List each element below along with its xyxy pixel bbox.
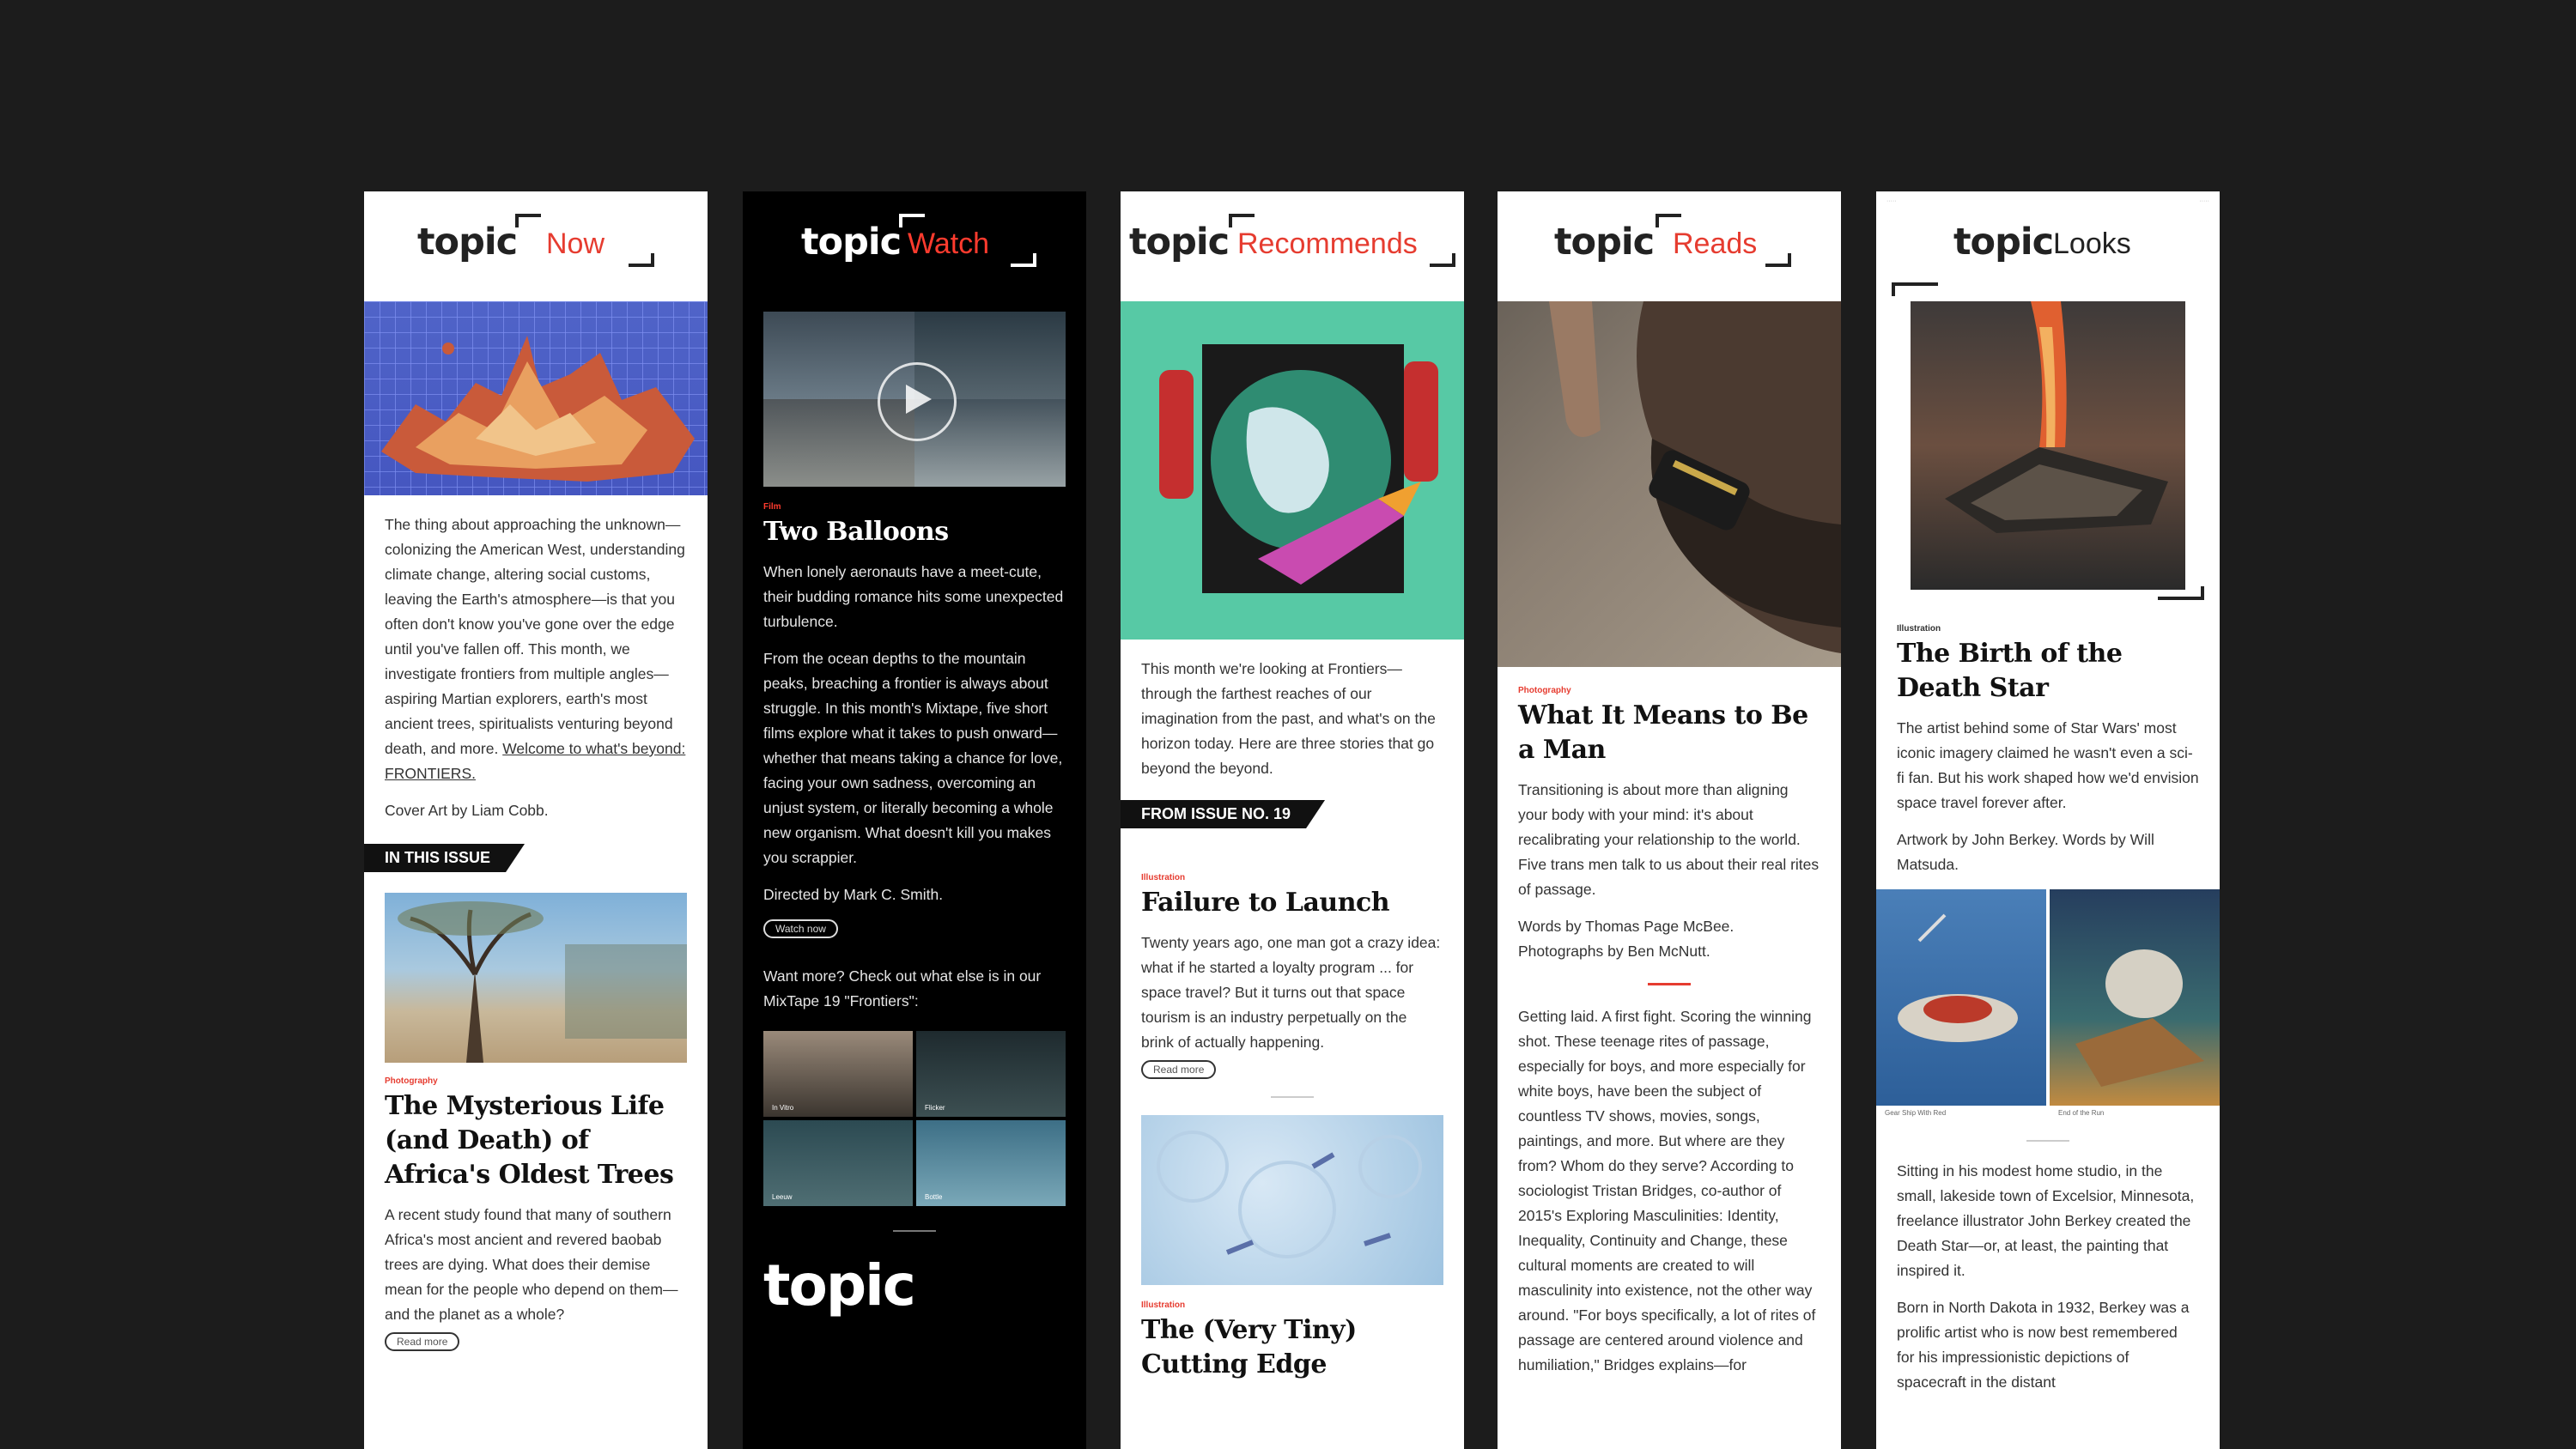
credits-paragraph: Words by Thomas Page McBee. Photographs …: [1518, 918, 1735, 960]
more-text: Want more? Check out what else is in our…: [763, 967, 1042, 1009]
artwork-gallery: [1876, 889, 2220, 1109]
bracket-decoration: [629, 253, 654, 267]
article-title[interactable]: Failure to Launch: [1141, 886, 1443, 920]
article-summary: Twenty years ago, one man got a crazy id…: [1141, 934, 1441, 1051]
newsletter-watch: topic Watch Film Two Balloons When lonel…: [743, 191, 1086, 1449]
newsletter-now: topic Now The thing about approaching th…: [364, 191, 708, 1449]
thumbnail-caption: In Vitro: [772, 1104, 794, 1112]
article-title[interactable]: What It Means to Be a Man: [1518, 699, 1820, 767]
film-description: When lonely aeronauts have a meet-cute, …: [743, 560, 1086, 907]
article-title[interactable]: The Mysterious Life (and Death) of Afric…: [385, 1089, 687, 1192]
thumbnail-film[interactable]: Flicker: [916, 1031, 1066, 1117]
bracket-decoration: [1011, 253, 1036, 267]
illustration-image[interactable]: [1121, 301, 1464, 640]
newsletter-recommends: topic Recommends This month we're lookin…: [1121, 191, 1464, 1449]
category-label: Illustration: [1141, 873, 1186, 882]
film-title[interactable]: Two Balloons: [763, 515, 1066, 549]
article-title[interactable]: The (Very Tiny) Cutting Edge: [1141, 1313, 1443, 1382]
header-fine-print: ·····: [1886, 198, 1897, 204]
category-label: Illustration: [1141, 1300, 1186, 1310]
section-title: Looks: [2053, 227, 2131, 260]
topic-logo[interactable]: topic: [801, 221, 902, 264]
category-label: Photography: [1518, 686, 1571, 695]
thumbnail-film[interactable]: In Vitro: [763, 1031, 913, 1117]
portrait-photo[interactable]: [1498, 301, 1841, 667]
topic-logo[interactable]: topic: [417, 221, 518, 264]
category-label: Photography: [385, 1076, 438, 1086]
header: topic Recommends: [1121, 191, 1464, 301]
article-body: Getting laid. A first fight. Scoring the…: [1518, 1008, 1816, 1373]
bracket-decoration: [1892, 282, 1938, 296]
category-label: Film: [763, 502, 781, 512]
thumbnail-caption: Flicker: [925, 1104, 945, 1112]
play-icon[interactable]: [906, 385, 932, 414]
summary-paragraph: Transitioning is about more than alignin…: [1518, 781, 1820, 898]
bracket-decoration: [1765, 253, 1791, 267]
summary-paragraph: The artist behind some of Star Wars' mos…: [1897, 719, 2199, 811]
newsletter-looks: ····· ····· topic Looks Illustration The…: [1876, 191, 2220, 1449]
body-paragraph: Sitting in his modest home studio, in th…: [1897, 1162, 2195, 1279]
topic-logo[interactable]: topic: [1129, 221, 1230, 264]
article-title[interactable]: The Birth of the Death Star: [1897, 637, 2199, 706]
watch-now-button[interactable]: Watch now: [763, 919, 838, 938]
topic-logo[interactable]: topic: [1953, 221, 2054, 264]
credits-paragraph: Artwork by John Berkey. Words by Will Ma…: [1897, 831, 2154, 873]
topic-logo[interactable]: topic: [1554, 221, 1655, 264]
divider: [893, 1230, 936, 1232]
thumbnail-film[interactable]: Leeuw: [763, 1120, 913, 1206]
thumbnail-caption: Leeuw: [772, 1193, 793, 1201]
divider: [1271, 1096, 1314, 1098]
artwork-gear-ship[interactable]: [1876, 889, 2046, 1106]
director-credit: Directed by Mark C. Smith.: [763, 886, 944, 903]
bracket-decoration: [1656, 214, 1681, 227]
film-logline: When lonely aeronauts have a meet-cute, …: [763, 563, 1064, 630]
header: topic Reads: [1498, 191, 1841, 301]
article-body: Sitting in his modest home studio, in th…: [1876, 1159, 2220, 1395]
bracket-decoration: [2158, 586, 2204, 600]
body-paragraph: Born in North Dakota in 1932, Berkey was…: [1897, 1299, 2190, 1391]
section-title: Watch: [908, 227, 990, 260]
divider: [2026, 1140, 2069, 1142]
intro-text: This month we're looking at Frontiers—th…: [1141, 660, 1436, 777]
baobab-photo[interactable]: [385, 893, 687, 1063]
newsletter-reads: topic Reads Photography What It Means to…: [1498, 191, 1841, 1449]
read-more-button[interactable]: Read more: [1141, 1060, 1217, 1079]
mixtape-thumbnails: In Vitro Flicker Leeuw Bottle: [763, 1031, 1066, 1206]
cover-credit: Cover Art by Liam Cobb.: [385, 802, 549, 819]
bracket-decoration: [899, 214, 925, 227]
category-label: Illustration: [1897, 624, 1941, 634]
from-issue-banner: FROM ISSUE NO. 19: [1121, 800, 1325, 828]
bracket-decoration: [515, 214, 541, 227]
intro-text: The thing about approaching the unknown—…: [364, 495, 708, 823]
read-more-button[interactable]: Read more: [385, 1332, 460, 1351]
gallery-captions: Gear Ship With Red End of the Run: [1876, 1109, 2220, 1123]
artwork-end-of-run[interactable]: [2050, 889, 2220, 1106]
section-title: Recommends: [1237, 227, 1418, 260]
death-star-painting[interactable]: [1911, 301, 2185, 590]
bracket-decoration: [1229, 214, 1255, 227]
artwork-caption: End of the Run: [2058, 1109, 2105, 1117]
red-divider: [1648, 983, 1691, 985]
bracket-decoration: [1430, 253, 1455, 267]
header: topic Watch: [743, 191, 1086, 301]
mixtape-paragraph: From the ocean depths to the mountain pe…: [763, 650, 1063, 866]
thumbnail-film[interactable]: Bottle: [916, 1120, 1066, 1206]
article-summary: Transitioning is about more than alignin…: [1498, 778, 1841, 964]
header: topic Now: [364, 191, 708, 301]
video-player[interactable]: [763, 312, 1066, 487]
section-title: Reads: [1673, 227, 1758, 260]
footer-logo[interactable]: topic: [763, 1252, 1066, 1319]
article-summary: A recent study found that many of southe…: [385, 1206, 678, 1323]
in-this-issue-banner: IN THIS ISSUE: [364, 844, 525, 872]
microscopic-illustration[interactable]: [1141, 1115, 1443, 1285]
header-fine-print: ·····: [2199, 198, 2209, 204]
article-summary: The artist behind some of Star Wars' mos…: [1876, 716, 2220, 877]
artwork-caption: Gear Ship With Red: [1885, 1109, 1947, 1117]
section-title: Now: [546, 227, 605, 260]
intro-paragraph: The thing about approaching the unknown—…: [385, 516, 685, 757]
cover-art-image[interactable]: [364, 301, 708, 495]
thumbnail-caption: Bottle: [925, 1193, 943, 1201]
